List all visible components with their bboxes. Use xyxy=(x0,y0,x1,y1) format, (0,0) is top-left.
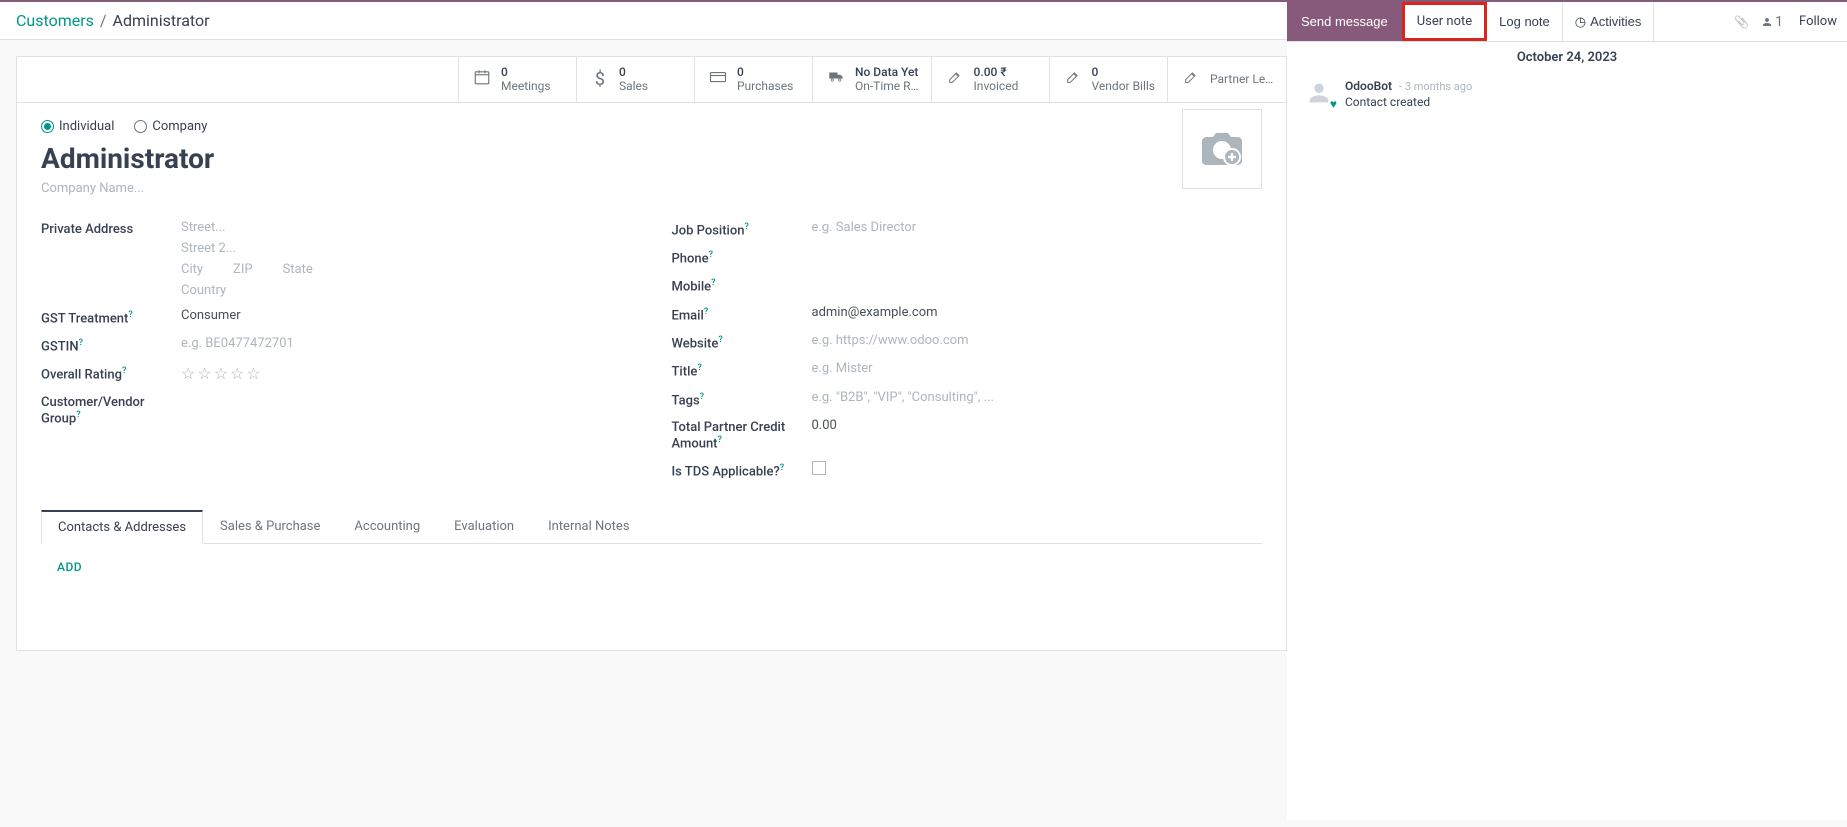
label-gstin: GSTIN? xyxy=(41,336,181,354)
stat-invoiced[interactable]: 0.00 ₹Invoiced xyxy=(932,57,1050,102)
label-website: Website? xyxy=(672,333,812,351)
record-name[interactable]: Administrator xyxy=(41,142,1262,175)
company-name-input[interactable]: Company Name... xyxy=(41,181,1262,196)
avatar-icon: ♥ xyxy=(1305,79,1335,109)
label-phone: Phone? xyxy=(672,248,812,266)
dollar-icon: $ xyxy=(589,69,611,90)
job-input[interactable]: e.g. Sales Director xyxy=(812,220,1263,235)
clock-icon xyxy=(1575,14,1586,30)
breadcrumb-customers-link[interactable]: Customers xyxy=(16,11,94,30)
label-tags: Tags? xyxy=(672,390,812,408)
zip-input[interactable]: ZIP xyxy=(233,262,253,277)
truck-icon xyxy=(825,68,847,91)
tab-sales[interactable]: Sales & Purchase xyxy=(203,510,337,544)
heart-icon: ♥ xyxy=(1330,97,1337,111)
website-input[interactable]: e.g. https://www.odoo.com xyxy=(812,333,1263,348)
gstin-input[interactable]: e.g. BE0477472701 xyxy=(181,336,632,351)
city-input[interactable]: City xyxy=(181,262,203,277)
activities-button[interactable]: Activities xyxy=(1563,2,1655,41)
street2-input[interactable]: Street 2... xyxy=(181,241,632,256)
edit-icon xyxy=(1062,69,1084,90)
state-input[interactable]: State xyxy=(283,262,313,277)
edit-icon xyxy=(1180,69,1202,90)
title-input[interactable]: e.g. Mister xyxy=(812,361,1263,376)
tds-checkbox[interactable] xyxy=(812,461,826,475)
label-title: Title? xyxy=(672,361,812,379)
card-icon xyxy=(707,68,729,91)
star-icon[interactable]: ☆ xyxy=(214,364,228,383)
label-mobile: Mobile? xyxy=(672,276,812,294)
user-note-button[interactable]: User note xyxy=(1402,2,1487,41)
label-private-address: Private Address xyxy=(41,220,181,237)
attachment-icon[interactable] xyxy=(1728,2,1755,41)
star-icon[interactable]: ☆ xyxy=(230,364,244,383)
label-tds: Is TDS Applicable?? xyxy=(672,461,812,479)
chat-text: Contact created xyxy=(1345,95,1472,109)
calendar-icon xyxy=(471,68,493,91)
email-value[interactable]: admin@example.com xyxy=(812,305,1263,320)
star-icon[interactable]: ☆ xyxy=(246,364,260,383)
chat-timestamp: - 3 months ago xyxy=(1399,80,1472,93)
log-note-button[interactable]: Log note xyxy=(1487,2,1563,41)
tags-input[interactable]: e.g. "B2B", "VIP", "Consulting", ... xyxy=(812,390,1263,405)
radio-company[interactable]: Company xyxy=(134,119,207,134)
gst-treatment-value[interactable]: Consumer xyxy=(181,308,632,323)
breadcrumb-current: Administrator xyxy=(113,11,210,30)
label-job: Job Position? xyxy=(672,220,812,238)
star-icon[interactable]: ☆ xyxy=(181,364,195,383)
follow-button[interactable]: Follow xyxy=(1789,2,1847,41)
chat-date-separator: October 24, 2023 xyxy=(1287,40,1847,75)
radio-individual[interactable]: Individual xyxy=(41,119,114,134)
rating-stars[interactable]: ☆ ☆ ☆ ☆ ☆ xyxy=(181,364,632,383)
star-icon[interactable]: ☆ xyxy=(197,364,211,383)
breadcrumb-sep: / xyxy=(100,11,107,30)
chat-author[interactable]: OdooBot xyxy=(1345,79,1392,93)
chat-message: ♥ OdooBot - 3 months ago Contact created xyxy=(1287,75,1847,113)
send-message-button[interactable]: Send message xyxy=(1287,2,1402,41)
tab-accounting[interactable]: Accounting xyxy=(337,510,437,544)
label-group: Customer/Vendor Group? xyxy=(41,393,181,426)
stat-ontime[interactable]: No Data YetOn-Time R… xyxy=(813,57,932,102)
stat-partnerledger[interactable]: Partner Le… xyxy=(1168,57,1286,102)
radio-dot-icon xyxy=(41,120,54,133)
avatar-upload[interactable] xyxy=(1182,109,1262,189)
tab-contacts[interactable]: Contacts & Addresses xyxy=(41,510,203,544)
label-gst-treatment: GST Treatment? xyxy=(41,308,181,326)
label-rating: Overall Rating? xyxy=(41,364,181,382)
tab-evaluation[interactable]: Evaluation xyxy=(437,510,531,544)
stat-sales[interactable]: $ 0Sales xyxy=(577,57,695,102)
label-credit: Total Partner Credit Amount? xyxy=(672,418,812,451)
tabs: Contacts & Addresses Sales & Purchase Ac… xyxy=(41,510,1262,544)
street-input[interactable]: Street... xyxy=(181,220,632,235)
stat-purchases[interactable]: 0Purchases xyxy=(695,57,813,102)
add-contact-button[interactable]: ADD xyxy=(57,560,82,574)
camera-icon xyxy=(1197,129,1247,169)
tab-notes[interactable]: Internal Notes xyxy=(531,510,646,544)
stat-buttons-bar: 0Meetings $ 0Sales 0Purchases No Dat xyxy=(17,57,1286,103)
country-input[interactable]: Country xyxy=(181,283,632,298)
edit-icon xyxy=(944,69,966,90)
credit-value: 0.00 xyxy=(812,418,1263,433)
label-email: Email? xyxy=(672,305,812,323)
stat-meetings[interactable]: 0Meetings xyxy=(459,57,577,102)
radio-dot-icon xyxy=(134,120,147,133)
stat-vendorbills[interactable]: 0Vendor Bills xyxy=(1050,57,1168,102)
followers-count[interactable]: 1 xyxy=(1755,2,1789,41)
